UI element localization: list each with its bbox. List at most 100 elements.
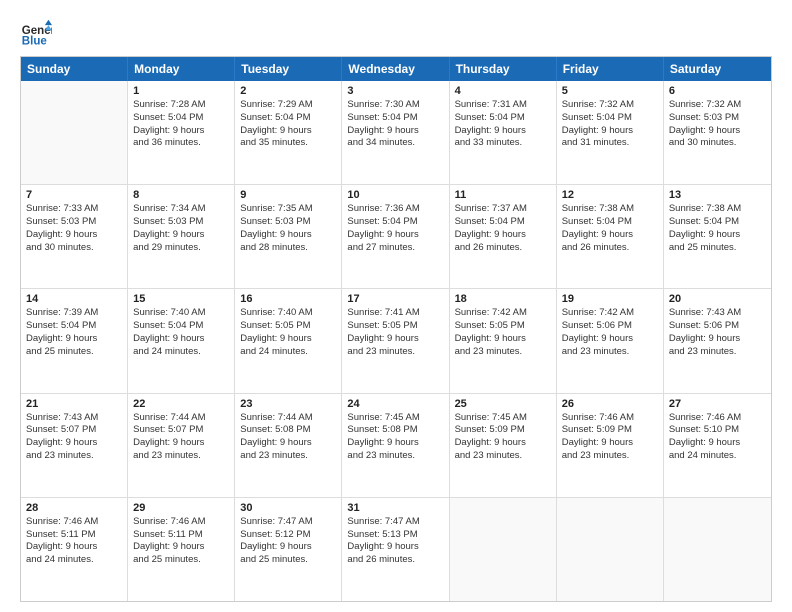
header: General Blue	[20, 18, 772, 50]
day-header-saturday: Saturday	[664, 57, 771, 81]
calendar: SundayMondayTuesdayWednesdayThursdayFrid…	[20, 56, 772, 602]
day-number: 29	[133, 502, 229, 514]
cell-info-line: Daylight: 9 hours	[562, 229, 658, 242]
cell-info-line: Daylight: 9 hours	[669, 437, 766, 450]
cell-info-line: and 33 minutes.	[455, 137, 551, 150]
cell-info-line: Sunrise: 7:42 AM	[455, 307, 551, 320]
cell-info-line: Sunset: 5:06 PM	[669, 320, 766, 333]
cell-info-line: and 25 minutes.	[669, 242, 766, 255]
cell-info-line: Sunrise: 7:28 AM	[133, 99, 229, 112]
cell-info-line: and 36 minutes.	[133, 137, 229, 150]
cell-info-line: Sunset: 5:09 PM	[455, 424, 551, 437]
cell-info-line: Sunset: 5:03 PM	[240, 216, 336, 229]
day-number: 6	[669, 85, 766, 97]
cell-info-line: Sunset: 5:04 PM	[455, 112, 551, 125]
cell-info-line: Sunrise: 7:38 AM	[669, 203, 766, 216]
calendar-header: SundayMondayTuesdayWednesdayThursdayFrid…	[21, 57, 771, 81]
cell-info-line: and 23 minutes.	[240, 450, 336, 463]
cell-info-line: and 24 minutes.	[26, 554, 122, 567]
cell-info-line: and 31 minutes.	[562, 137, 658, 150]
cell-info-line: Daylight: 9 hours	[240, 125, 336, 138]
cell-info-line: Daylight: 9 hours	[26, 229, 122, 242]
cell-info-line: Daylight: 9 hours	[133, 125, 229, 138]
cell-info-line: Daylight: 9 hours	[240, 333, 336, 346]
cell-info-line: Daylight: 9 hours	[133, 333, 229, 346]
day-header-tuesday: Tuesday	[235, 57, 342, 81]
cell-info-line: Daylight: 9 hours	[669, 333, 766, 346]
svg-text:Blue: Blue	[22, 36, 48, 48]
cell-info-line: Sunrise: 7:46 AM	[133, 516, 229, 529]
cell-info-line: Sunset: 5:04 PM	[669, 216, 766, 229]
cell-info-line: Sunrise: 7:32 AM	[669, 99, 766, 112]
cell-info-line: Sunset: 5:13 PM	[347, 529, 443, 542]
cell-info-line: Sunrise: 7:29 AM	[240, 99, 336, 112]
calendar-cell: 15Sunrise: 7:40 AMSunset: 5:04 PMDayligh…	[128, 289, 235, 392]
day-header-sunday: Sunday	[21, 57, 128, 81]
day-header-thursday: Thursday	[450, 57, 557, 81]
calendar-cell: 7Sunrise: 7:33 AMSunset: 5:03 PMDaylight…	[21, 185, 128, 288]
calendar-cell: 4Sunrise: 7:31 AMSunset: 5:04 PMDaylight…	[450, 81, 557, 184]
cell-info-line: Daylight: 9 hours	[562, 333, 658, 346]
cell-info-line: Sunrise: 7:40 AM	[133, 307, 229, 320]
calendar-cell: 1Sunrise: 7:28 AMSunset: 5:04 PMDaylight…	[128, 81, 235, 184]
cell-info-line: Sunrise: 7:47 AM	[347, 516, 443, 529]
calendar-cell: 14Sunrise: 7:39 AMSunset: 5:04 PMDayligh…	[21, 289, 128, 392]
cell-info-line: Sunset: 5:05 PM	[347, 320, 443, 333]
day-number: 31	[347, 502, 443, 514]
cell-info-line: Sunrise: 7:46 AM	[562, 412, 658, 425]
cell-info-line: Sunrise: 7:32 AM	[562, 99, 658, 112]
calendar-week-3: 14Sunrise: 7:39 AMSunset: 5:04 PMDayligh…	[21, 288, 771, 392]
cell-info-line: Sunrise: 7:31 AM	[455, 99, 551, 112]
day-number: 13	[669, 189, 766, 201]
cell-info-line: Sunrise: 7:34 AM	[133, 203, 229, 216]
cell-info-line: Sunrise: 7:33 AM	[26, 203, 122, 216]
calendar-cell: 20Sunrise: 7:43 AMSunset: 5:06 PMDayligh…	[664, 289, 771, 392]
cell-info-line: and 23 minutes.	[669, 346, 766, 359]
cell-info-line: Sunrise: 7:37 AM	[455, 203, 551, 216]
cell-info-line: Daylight: 9 hours	[133, 437, 229, 450]
calendar-cell: 19Sunrise: 7:42 AMSunset: 5:06 PMDayligh…	[557, 289, 664, 392]
cell-info-line: Daylight: 9 hours	[562, 437, 658, 450]
cell-info-line: Daylight: 9 hours	[455, 437, 551, 450]
cell-info-line: Sunrise: 7:36 AM	[347, 203, 443, 216]
cell-info-line: Sunset: 5:04 PM	[347, 112, 443, 125]
cell-info-line: Daylight: 9 hours	[455, 229, 551, 242]
cell-info-line: Sunrise: 7:46 AM	[669, 412, 766, 425]
cell-info-line: and 25 minutes.	[26, 346, 122, 359]
cell-info-line: Sunset: 5:05 PM	[455, 320, 551, 333]
cell-info-line: Daylight: 9 hours	[669, 229, 766, 242]
cell-info-line: Sunset: 5:12 PM	[240, 529, 336, 542]
cell-info-line: Daylight: 9 hours	[347, 541, 443, 554]
calendar-cell: 5Sunrise: 7:32 AMSunset: 5:04 PMDaylight…	[557, 81, 664, 184]
logo-icon: General Blue	[20, 18, 52, 50]
cell-info-line: and 30 minutes.	[669, 137, 766, 150]
cell-info-line: and 23 minutes.	[133, 450, 229, 463]
day-number: 16	[240, 293, 336, 305]
calendar-cell	[557, 498, 664, 601]
cell-info-line: and 23 minutes.	[562, 346, 658, 359]
calendar-cell: 17Sunrise: 7:41 AMSunset: 5:05 PMDayligh…	[342, 289, 449, 392]
day-number: 30	[240, 502, 336, 514]
cell-info-line: Sunset: 5:08 PM	[347, 424, 443, 437]
day-number: 17	[347, 293, 443, 305]
cell-info-line: Sunrise: 7:39 AM	[26, 307, 122, 320]
day-number: 2	[240, 85, 336, 97]
cell-info-line: Daylight: 9 hours	[347, 125, 443, 138]
cell-info-line: and 24 minutes.	[669, 450, 766, 463]
calendar-cell: 12Sunrise: 7:38 AMSunset: 5:04 PMDayligh…	[557, 185, 664, 288]
calendar-cell: 3Sunrise: 7:30 AMSunset: 5:04 PMDaylight…	[342, 81, 449, 184]
cell-info-line: Sunrise: 7:35 AM	[240, 203, 336, 216]
cell-info-line: Sunrise: 7:44 AM	[240, 412, 336, 425]
cell-info-line: and 34 minutes.	[347, 137, 443, 150]
cell-info-line: and 27 minutes.	[347, 242, 443, 255]
calendar-cell: 9Sunrise: 7:35 AMSunset: 5:03 PMDaylight…	[235, 185, 342, 288]
cell-info-line: Sunset: 5:03 PM	[26, 216, 122, 229]
calendar-cell: 24Sunrise: 7:45 AMSunset: 5:08 PMDayligh…	[342, 394, 449, 497]
day-number: 22	[133, 398, 229, 410]
cell-info-line: and 25 minutes.	[133, 554, 229, 567]
day-header-wednesday: Wednesday	[342, 57, 449, 81]
cell-info-line: Sunset: 5:10 PM	[669, 424, 766, 437]
cell-info-line: Daylight: 9 hours	[455, 333, 551, 346]
cell-info-line: Sunrise: 7:43 AM	[26, 412, 122, 425]
cell-info-line: Sunset: 5:09 PM	[562, 424, 658, 437]
